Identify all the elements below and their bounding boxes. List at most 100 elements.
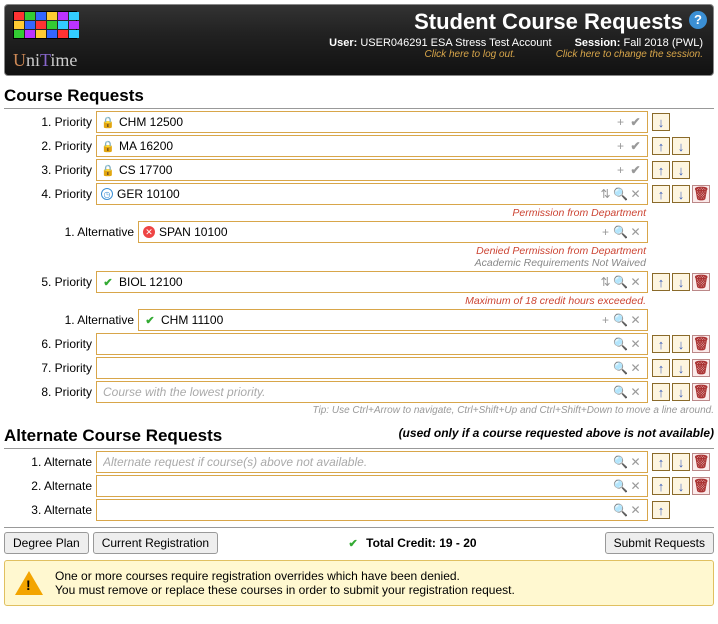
request-row: 8. Priority 🔍✕ ↑↓🗑 [4, 381, 714, 403]
search-icon[interactable]: 🔍 [613, 503, 628, 517]
move-down-button[interactable]: ↓ [672, 161, 690, 179]
course-input[interactable] [101, 454, 613, 470]
course-input-wrap: ✔ ⇅🔍✕ [96, 271, 648, 293]
course-input-wrap: ✕ +🔍✕ [138, 221, 648, 243]
check-icon: ✔ [143, 313, 157, 327]
row-label: 4. Priority [4, 187, 92, 201]
move-down-button[interactable]: ↓ [672, 359, 690, 377]
status-text: Permission from Department [4, 207, 714, 219]
delete-button[interactable]: 🗑 [692, 185, 710, 203]
move-up-button[interactable]: ↑ [652, 359, 670, 377]
clear-icon[interactable]: ✕ [628, 361, 643, 375]
clear-icon[interactable]: ✕ [628, 275, 643, 289]
move-up-button[interactable]: ↑ [652, 335, 670, 353]
course-input-wrap: 🔒 +✔ [96, 111, 648, 133]
delete-button[interactable]: 🗑 [692, 477, 710, 495]
move-up-button[interactable]: ↑ [652, 161, 670, 179]
course-input-wrap: ✔ +🔍✕ [138, 309, 648, 331]
delete-button[interactable]: 🗑 [692, 273, 710, 291]
clear-icon[interactable]: ✕ [628, 503, 643, 517]
delete-button[interactable]: 🗑 [692, 383, 710, 401]
row-label: 8. Priority [4, 385, 92, 399]
lock-icon: 🔒 [101, 139, 115, 153]
request-row: 2. Alternate 🔍✕ ↑↓🗑 [4, 475, 714, 497]
move-up-button[interactable]: ↑ [652, 273, 670, 291]
add-icon[interactable]: + [613, 139, 628, 153]
clear-icon[interactable]: ✕ [628, 337, 643, 351]
search-icon[interactable]: 🔍 [613, 187, 628, 201]
delete-button[interactable]: 🗑 [692, 335, 710, 353]
move-down-button[interactable]: ↓ [672, 477, 690, 495]
course-input[interactable] [101, 336, 613, 352]
move-down-button[interactable]: ↓ [672, 273, 690, 291]
warning-line-2: You must remove or replace these courses… [55, 583, 515, 597]
course-input[interactable] [117, 274, 598, 290]
search-icon[interactable]: 🔍 [613, 337, 628, 351]
clear-icon[interactable]: ✕ [628, 225, 643, 239]
course-input[interactable] [101, 478, 613, 494]
row-label: 6. Priority [4, 337, 92, 351]
search-icon[interactable]: 🔍 [613, 275, 628, 289]
move-down-button[interactable]: ↓ [672, 185, 690, 203]
move-up-button[interactable]: ↑ [652, 477, 670, 495]
delete-button[interactable]: 🗑 [692, 453, 710, 471]
move-up-button[interactable]: ↑ [652, 453, 670, 471]
submit-requests-button[interactable]: Submit Requests [605, 532, 714, 554]
lock-icon: 🔒 [101, 163, 115, 177]
move-up-button[interactable]: ↑ [652, 501, 670, 519]
logo [13, 11, 77, 39]
course-input[interactable] [101, 360, 613, 376]
clear-icon[interactable]: ✕ [628, 479, 643, 493]
search-icon[interactable]: 🔍 [613, 385, 628, 399]
course-input-wrap: 🔒 +✔ [96, 159, 648, 181]
course-input[interactable] [101, 384, 613, 400]
course-input[interactable] [117, 114, 613, 130]
search-icon[interactable]: 🔍 [613, 455, 628, 469]
search-icon[interactable]: 🔍 [613, 313, 628, 327]
search-icon[interactable]: 🔍 [613, 225, 628, 239]
brand-text: UniTime [13, 50, 77, 71]
request-row: 5. Priority ✔ ⇅🔍✕ ↑↓🗑 [4, 271, 714, 293]
move-down-button[interactable]: ↓ [672, 335, 690, 353]
row-label: 3. Alternate [4, 503, 92, 517]
clear-icon[interactable]: ✕ [628, 313, 643, 327]
logout-link[interactable]: Click here to log out. [425, 49, 516, 60]
course-input[interactable] [159, 312, 598, 328]
course-input-wrap: 🔍✕ [96, 357, 648, 379]
swap-icon[interactable]: ⇅ [598, 187, 613, 201]
move-up-button[interactable]: ↑ [652, 185, 670, 203]
delete-button[interactable]: 🗑 [692, 359, 710, 377]
course-input[interactable] [115, 186, 598, 202]
check-icon: ✔ [101, 275, 115, 289]
course-input[interactable] [101, 502, 613, 518]
total-credit: Total Credit: 19 - 20 [366, 536, 476, 550]
clear-icon[interactable]: ✕ [628, 187, 643, 201]
course-input[interactable] [117, 162, 613, 178]
course-input[interactable] [117, 138, 613, 154]
app-header: UniTime Student Course Requests ? User: … [4, 4, 714, 76]
move-down-button[interactable]: ↓ [652, 113, 670, 131]
add-icon[interactable]: + [613, 115, 628, 129]
course-input[interactable] [157, 224, 598, 240]
move-up-button[interactable]: ↑ [652, 383, 670, 401]
row-label: 3. Priority [4, 163, 92, 177]
course-input-wrap: 🔍✕ [96, 333, 648, 355]
search-icon[interactable]: 🔍 [613, 479, 628, 493]
change-session-link[interactable]: Click here to change the session. [556, 49, 703, 60]
degree-plan-button[interactable]: Degree Plan [4, 532, 89, 554]
course-requests-heading: Course Requests [4, 86, 714, 109]
clear-icon[interactable]: ✕ [628, 455, 643, 469]
add-icon[interactable]: + [598, 313, 613, 327]
current-registration-button[interactable]: Current Registration [93, 532, 218, 554]
search-icon[interactable]: 🔍 [613, 361, 628, 375]
add-icon[interactable]: + [598, 225, 613, 239]
move-down-button[interactable]: ↓ [672, 137, 690, 155]
swap-icon[interactable]: ⇅ [598, 275, 613, 289]
help-icon[interactable]: ? [689, 11, 707, 29]
user-info: User: USER046291 ESA Stress Test Account [329, 37, 551, 49]
clear-icon[interactable]: ✕ [628, 385, 643, 399]
move-up-button[interactable]: ↑ [652, 137, 670, 155]
add-icon[interactable]: + [613, 163, 628, 177]
move-down-button[interactable]: ↓ [672, 453, 690, 471]
move-down-button[interactable]: ↓ [672, 383, 690, 401]
